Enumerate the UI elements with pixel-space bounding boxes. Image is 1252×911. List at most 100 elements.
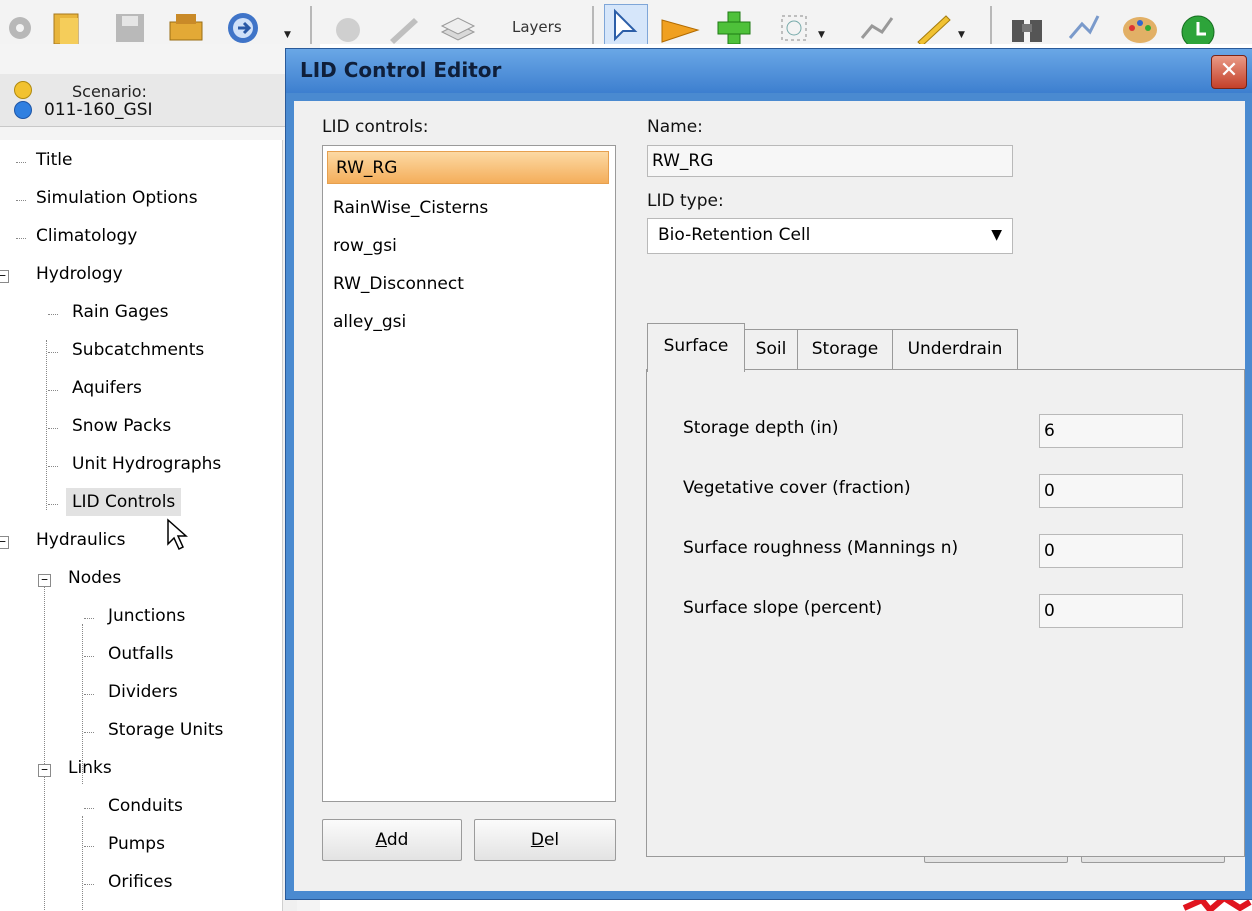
surface-slope-input[interactable]: 0 — [1039, 594, 1183, 628]
save-icon[interactable] — [112, 8, 148, 44]
surface-roughness-input[interactable]: 0 — [1039, 534, 1183, 568]
tab-storage[interactable]: Storage — [797, 329, 893, 370]
list-item-rw-disconnect[interactable]: RW_Disconnect — [333, 274, 464, 294]
measure-icon[interactable] — [912, 8, 951, 44]
lid-controls-list[interactable]: RW_RG RainWise_Cisterns row_gsi RW_Disco… — [322, 145, 616, 802]
del-button[interactable]: Del — [474, 819, 616, 861]
lid-controls-label: LID controls: — [322, 117, 429, 137]
add-button[interactable]: Add — [322, 819, 462, 861]
tree-item-title[interactable]: Title — [36, 150, 72, 170]
zoom-in-icon[interactable] — [716, 8, 752, 44]
tree-connector — [48, 466, 58, 467]
tree-item-conduits[interactable]: Conduits — [108, 796, 183, 816]
tree-guide-line — [46, 340, 47, 510]
toolbar-separator — [310, 6, 312, 44]
run-icon[interactable] — [1178, 8, 1215, 44]
storage-depth-label: Storage depth (in) — [683, 418, 839, 438]
tree-connector — [48, 428, 58, 429]
chevron-down-icon[interactable]: ▼ — [284, 30, 291, 40]
close-icon: ✕ — [1219, 58, 1239, 83]
tree-connector — [16, 238, 26, 239]
chevron-down-icon[interactable]: ▼ — [958, 30, 965, 40]
tree-connector — [84, 846, 94, 847]
lid-type-value: Bio-Retention Cell — [658, 225, 811, 245]
tab-surface[interactable]: Surface — [647, 323, 745, 372]
list-item-alley-gsi[interactable]: alley_gsi — [333, 312, 406, 332]
tree-item-links[interactable]: Links — [68, 758, 112, 778]
tree-guide-line — [82, 816, 83, 911]
list-item-rainwise-cisterns[interactable]: RainWise_Cisterns — [333, 198, 488, 218]
tree-connector — [84, 694, 94, 695]
close-button[interactable]: ✕ — [1211, 55, 1247, 89]
dialog-title: LID Control Editor — [300, 58, 502, 82]
expand-icon[interactable]: − — [38, 574, 51, 587]
expand-icon[interactable]: − — [38, 764, 51, 777]
binoculars-icon[interactable] — [1008, 8, 1044, 44]
vegetative-cover-input[interactable]: 0 — [1039, 474, 1183, 508]
browser-panel: Scenario: 011-160_GSI Title Simulation O… — [0, 44, 320, 911]
name-input[interactable]: RW_RG — [647, 145, 1013, 177]
tree-item-hydrology[interactable]: Hydrology — [36, 264, 123, 284]
print-icon[interactable] — [168, 8, 204, 44]
query-icon[interactable] — [1066, 8, 1102, 44]
surface-tab-panel: Storage depth (in) 6 Vegetative cover (f… — [646, 369, 1245, 857]
lid-type-select[interactable]: Bio-Retention Cell ▼ — [647, 218, 1013, 254]
scenario-label: Scenario: — [72, 82, 147, 101]
tree-connector — [48, 390, 58, 391]
list-item-row-gsi[interactable]: row_gsi — [333, 236, 397, 256]
profile-icon[interactable] — [858, 8, 894, 44]
tree-item-subcatchments[interactable]: Subcatchments — [72, 340, 204, 360]
storage-depth-input[interactable]: 6 — [1039, 414, 1183, 448]
expand-icon[interactable]: − — [0, 270, 9, 283]
tree-item-junctions[interactable]: Junctions — [108, 606, 185, 626]
tree-item-outfalls[interactable]: Outfalls — [108, 644, 174, 664]
tree-item-hydraulics[interactable]: Hydraulics — [36, 530, 125, 550]
tree-item-climatology[interactable]: Climatology — [36, 226, 137, 246]
tree-item-unit-hydrographs[interactable]: Unit Hydrographs — [72, 454, 221, 474]
tree-item-pumps[interactable]: Pumps — [108, 834, 165, 854]
tree-guide-line — [44, 586, 45, 911]
tree-connector — [48, 352, 58, 353]
settings-icon[interactable] — [330, 8, 366, 44]
tree-item-rain-gages[interactable]: Rain Gages — [72, 302, 168, 322]
dialog-body: LID controls: RW_RG RainWise_Cisterns ro… — [294, 101, 1245, 891]
vegetative-cover-label: Vegetative cover (fraction) — [683, 478, 911, 498]
tree-item-simulation-options[interactable]: Simulation Options — [36, 188, 198, 208]
scenario-bar[interactable]: Scenario: 011-160_GSI — [0, 74, 290, 127]
mouse-cursor-icon — [167, 518, 188, 551]
pan-icon[interactable] — [660, 8, 700, 44]
dialog-titlebar[interactable]: LID Control Editor ✕ — [286, 49, 1252, 93]
tree-item-orifices[interactable]: Orifices — [108, 872, 172, 892]
palette-icon[interactable] — [1120, 8, 1157, 44]
navigate-arrow-icon[interactable] — [226, 8, 262, 44]
tab-soil[interactable]: Soil — [744, 329, 798, 370]
tree-item-snow-packs[interactable]: Snow Packs — [72, 416, 171, 436]
toolbar-separator — [990, 6, 992, 44]
lid-type-label: LID type: — [647, 191, 724, 211]
list-item-rw-rg[interactable]: RW_RG — [327, 151, 609, 184]
tab-underdrain[interactable]: Underdrain — [892, 329, 1018, 370]
lid-control-editor-dialog: LID Control Editor ✕ LID controls: RW_RG… — [285, 48, 1252, 900]
open-folder-icon[interactable] — [50, 8, 86, 44]
tree-item-aquifers[interactable]: Aquifers — [72, 378, 142, 398]
tree-item-storage-units[interactable]: Storage Units — [108, 720, 223, 740]
expand-icon[interactable]: − — [0, 536, 9, 549]
tree-connector — [84, 884, 94, 885]
chevron-down-icon[interactable]: ▼ — [991, 227, 1002, 243]
tree-connector — [16, 200, 26, 201]
select-pointer-icon[interactable] — [604, 4, 648, 44]
toolbar-separator — [592, 6, 594, 44]
data-tree: Title Simulation Options Climatology − H… — [0, 140, 283, 911]
layers-label[interactable]: Layers — [512, 18, 562, 36]
surface-roughness-label: Surface roughness (Mannings n) — [683, 538, 959, 558]
gear-icon[interactable] — [4, 8, 40, 44]
zoom-extent-icon[interactable] — [776, 8, 812, 44]
chevron-down-icon[interactable]: ▼ — [818, 30, 825, 40]
layers-icon[interactable] — [440, 8, 476, 44]
tree-item-lid-controls[interactable]: LID Controls — [66, 488, 182, 516]
tree-connector — [84, 808, 94, 809]
edit-icon[interactable] — [384, 8, 420, 44]
name-label: Name: — [647, 117, 703, 137]
tree-item-nodes[interactable]: Nodes — [68, 568, 121, 588]
tree-item-dividers[interactable]: Dividers — [108, 682, 178, 702]
